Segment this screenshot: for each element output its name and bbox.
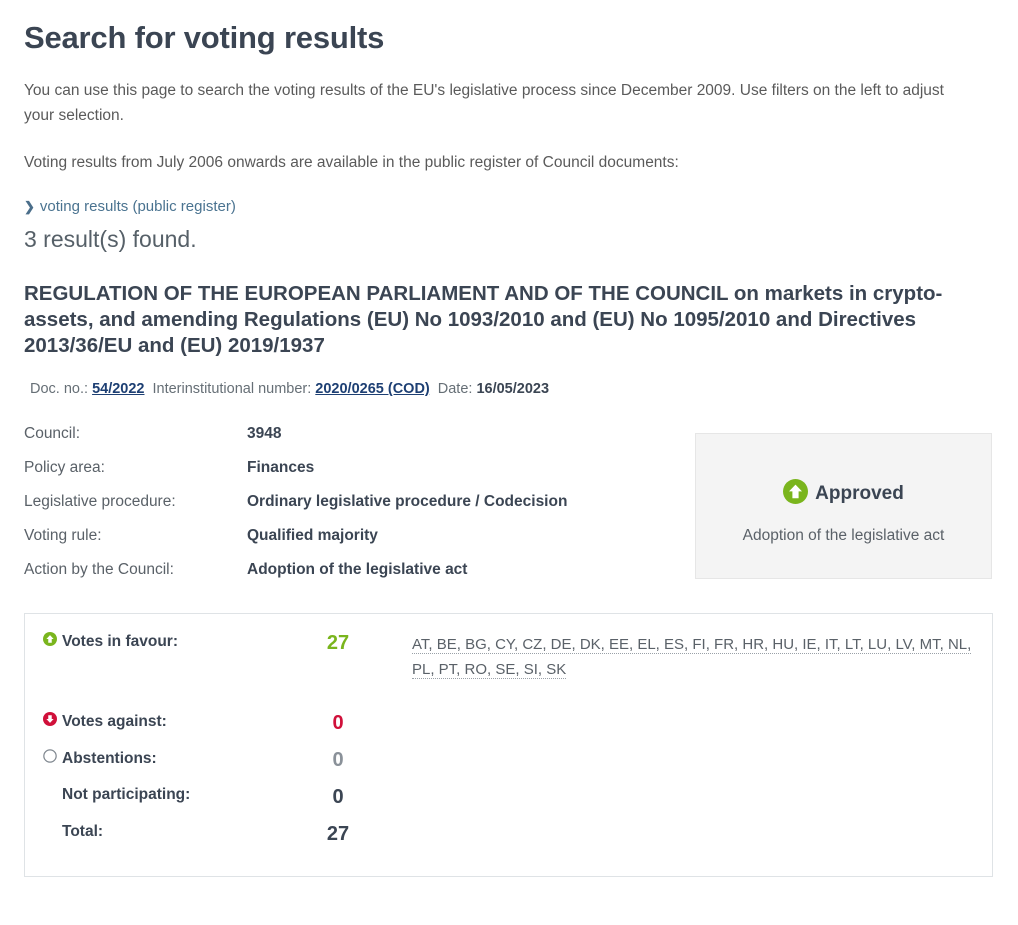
public-register-link[interactable]: voting results (public register): [40, 198, 236, 215]
abstentions-count: 0: [332, 749, 344, 771]
table-spacer: [25, 772, 992, 786]
table-row: Votes in favour: 27 AT, BE, BG, CY, CZ, …: [25, 632, 992, 682]
votes-against-countries: [410, 712, 992, 735]
status-badge: Approved Adoption of the legislative act: [695, 433, 992, 579]
votes-against-count: 0: [332, 712, 344, 734]
page-content: Search for voting results You can use th…: [0, 0, 1018, 877]
status-badge-subtitle: Adoption of the legislative act: [742, 527, 945, 544]
result-title: REGULATION OF THE EUROPEAN PARLIAMENT AN…: [24, 282, 943, 357]
abstentions-label: Abstentions:: [62, 749, 157, 767]
votes-in-favour-count: 27: [326, 632, 350, 654]
not-participating-count: 0: [332, 786, 344, 808]
not-participating-label: Not participating:: [62, 786, 191, 803]
date-value: 16/05/2023: [476, 381, 550, 397]
total-label-cell: Total:: [25, 823, 288, 846]
doc-no-link[interactable]: 54/2022: [92, 381, 144, 397]
chevron-right-icon: ❯: [24, 199, 35, 214]
votes-against-label: Votes against:: [62, 712, 167, 730]
vote-up-arrow-icon: [43, 632, 62, 651]
doc-no-label: Doc. no.:: [30, 381, 89, 397]
total-countries: [410, 823, 992, 846]
votes-summary-box: Votes in favour: 27 AT, BE, BG, CY, CZ, …: [24, 613, 993, 877]
table-row: Not participating: 0: [25, 786, 992, 809]
result-details-section: Council: 3948 Policy area: Finances Legi…: [24, 423, 994, 593]
abstentions-countries: [410, 749, 992, 772]
table-spacer: [25, 682, 992, 712]
votes-in-favour-label-cell: Votes in favour:: [25, 632, 288, 682]
votes-table: Votes in favour: 27 AT, BE, BG, CY, CZ, …: [25, 632, 992, 846]
approved-up-arrow-icon: [783, 479, 809, 509]
vote-down-arrow-icon: [43, 712, 62, 731]
table-spacer: [25, 735, 992, 749]
metadata-key-legislative-procedure: Legislative procedure:: [24, 493, 176, 510]
table-row: Council: 3948: [24, 423, 684, 457]
table-row: Action by the Council: Adoption of the l…: [24, 559, 684, 593]
table-row: Abstentions: 0: [25, 749, 992, 772]
not-participating-countries: [410, 786, 992, 809]
date-label: Date:: [437, 381, 473, 397]
interinstitutional-number-link[interactable]: 2020/0265 (COD): [315, 381, 429, 397]
results-found-count: 3 result(s) found.: [24, 226, 197, 252]
total-label: Total:: [62, 823, 104, 840]
metadata-key-action-by-council: Action by the Council:: [24, 561, 174, 578]
intro-paragraph-1: You can use this page to search the voti…: [24, 82, 944, 124]
metadata-value-legislative-procedure: Ordinary legislative procedure / Codecis…: [247, 493, 568, 510]
voting-results-page: Search for voting results You can use th…: [0, 0, 1018, 925]
total-count: 27: [326, 823, 350, 845]
table-row: Voting rule: Qualified majority: [24, 525, 684, 559]
table-row: Legislative procedure: Ordinary legislat…: [24, 491, 684, 525]
metadata-value-council: 3948: [247, 425, 282, 442]
page-title: Search for voting results: [24, 20, 385, 55]
votes-in-favour-countries: AT, BE, BG, CY, CZ, DE, DK, EE, EL, ES, …: [412, 636, 972, 679]
metadata-key-council: Council:: [24, 425, 80, 442]
document-meta-line: Doc. no.: 54/2022 Interinstitutional numb…: [24, 379, 994, 399]
interinstitutional-number-label: Interinstitutional number:: [152, 381, 312, 397]
table-row: Votes against: 0: [25, 712, 992, 735]
abstentions-label-cell: Abstentions:: [25, 749, 288, 772]
votes-against-label-cell: Votes against:: [25, 712, 288, 735]
votes-in-favour-label: Votes in favour:: [62, 632, 178, 650]
metadata-value-policy-area: Finances: [247, 459, 315, 476]
intro-paragraph-2: Voting results from July 2006 onwards ar…: [24, 154, 679, 171]
metadata-value-voting-rule: Qualified majority: [247, 527, 378, 544]
metadata-key-policy-area: Policy area:: [24, 459, 105, 476]
result-metadata-table: Council: 3948 Policy area: Finances Legi…: [24, 423, 684, 593]
not-participating-label-cell: Not participating:: [25, 786, 288, 809]
table-row: Total: 27: [25, 823, 992, 846]
public-register-link-row: ❯ voting results (public register): [24, 197, 994, 217]
status-badge-header: Approved: [696, 479, 991, 509]
metadata-key-voting-rule: Voting rule:: [24, 527, 102, 544]
votes-in-favour-countries-cell: AT, BE, BG, CY, CZ, DE, DK, EE, EL, ES, …: [410, 632, 992, 682]
table-spacer: [25, 809, 992, 823]
table-row: Policy area: Finances: [24, 457, 684, 491]
status-badge-label: Approved: [815, 483, 904, 504]
metadata-value-action-by-council: Adoption of the legislative act: [247, 561, 468, 578]
vote-circle-icon: [43, 749, 62, 768]
